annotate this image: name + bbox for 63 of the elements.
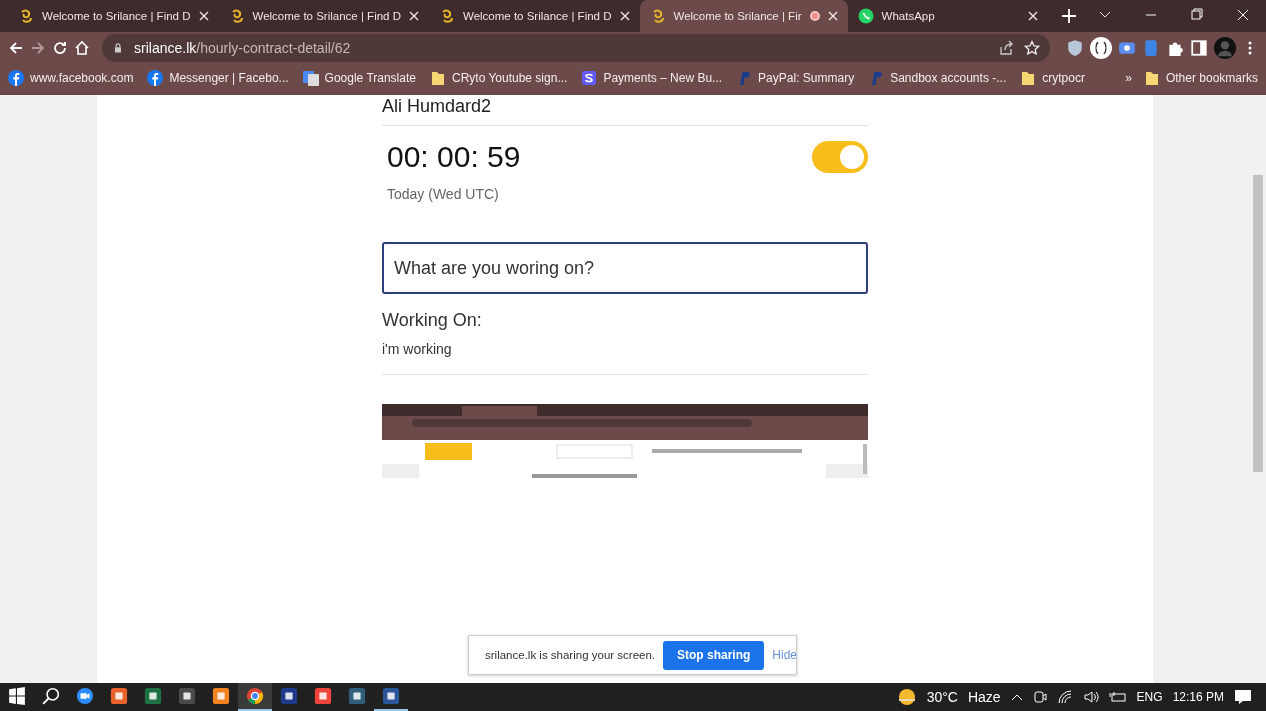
user-name: Ali Humdard2 (382, 95, 493, 117)
bookmark[interactable]: CRyto Youtube sign... (429, 70, 568, 86)
camera-icon[interactable] (1032, 689, 1047, 705)
browser-tab[interactable]: WhatsApp (847, 0, 1048, 32)
battery-icon[interactable] (1108, 689, 1127, 705)
url-text: srilance.lk/hourly-contract-detail/62 (134, 40, 352, 56)
bookmark[interactable]: www.facebook.com (8, 70, 134, 86)
timer: 00: 00: 59 (387, 140, 521, 174)
bookmark[interactable]: crytpocr (1020, 70, 1085, 86)
close-icon[interactable] (198, 11, 209, 21)
f-circle-icon (147, 70, 164, 86)
close-icon[interactable] (1027, 11, 1038, 21)
lock-icon (112, 42, 124, 54)
bookmark[interactable]: Google Translate (302, 70, 416, 86)
address-bar[interactable]: srilance.lk/hourly-contract-detail/62 (102, 34, 1050, 62)
new-tab-icon[interactable] (1061, 9, 1076, 23)
close-icon[interactable] (409, 11, 419, 21)
folder-icon (429, 70, 446, 86)
close-icon[interactable] (619, 11, 630, 21)
folder-icon (1143, 70, 1160, 86)
working-on-label: Working On: (382, 310, 483, 331)
folder-icon (1020, 70, 1037, 86)
weather-condition[interactable]: Haze (967, 689, 1001, 705)
avatar-icon[interactable] (1214, 37, 1236, 59)
language-indicator[interactable]: ENG (1136, 690, 1163, 704)
home-icon[interactable] (74, 40, 90, 56)
shield-icon[interactable] (1066, 39, 1084, 57)
stop-sharing-button[interactable]: Stop sharing (663, 640, 765, 670)
working-on-text: i'm working (382, 341, 453, 357)
browser-tab[interactable]: Welcome to Srilance | Find D (218, 0, 429, 32)
braces-icon[interactable] (1090, 37, 1112, 59)
speaker-icon[interactable] (1082, 689, 1099, 705)
task-input[interactable]: What are you woring on? (382, 242, 868, 294)
bookmark[interactable]: Sandbox accounts -... (868, 70, 1007, 86)
clock[interactable]: 12:16 PM (1172, 690, 1224, 704)
bookmark[interactable]: Messenger | Facebo... (147, 70, 289, 86)
temperature[interactable]: 30°C (926, 689, 958, 705)
f-circle-icon (8, 70, 24, 86)
sun-icon[interactable] (896, 687, 917, 707)
wifi-icon[interactable] (1056, 689, 1073, 705)
bookmark[interactable]: Payments – New Bu... (581, 70, 723, 86)
bookmarks-overflow[interactable]: » (1125, 71, 1132, 85)
notifications-icon[interactable] (1234, 689, 1252, 705)
date-label: Today (Wed UTC) (387, 186, 500, 202)
bookmark-folder[interactable]: Other bookmarks (1143, 70, 1258, 86)
screen-record-icon[interactable] (1118, 39, 1136, 57)
share-message: srilance.lk is sharing your screen. (485, 649, 655, 661)
close-icon[interactable] (827, 11, 838, 21)
timer-toggle[interactable] (812, 141, 868, 173)
browser-tab[interactable]: Welcome to Srilance | Find D (8, 0, 219, 32)
star-icon[interactable] (1024, 40, 1040, 56)
browser-tab[interactable]: Welcome to Srilance | Find D (429, 0, 640, 32)
share-icon[interactable] (998, 40, 1014, 56)
taskbar-app-icon[interactable] (238, 683, 272, 711)
side-panel-icon[interactable] (1190, 39, 1208, 57)
reload-icon[interactable] (52, 40, 68, 56)
translate-icon (302, 70, 319, 86)
forward-icon[interactable] (30, 40, 46, 56)
back-icon[interactable] (8, 40, 24, 56)
browser-tab[interactable]: Welcome to Srilance | Fir (639, 0, 848, 32)
bookmark[interactable]: PayPal: Summary (736, 70, 855, 86)
whatsapp-icon (857, 8, 874, 24)
s-logo-icon (581, 70, 598, 86)
